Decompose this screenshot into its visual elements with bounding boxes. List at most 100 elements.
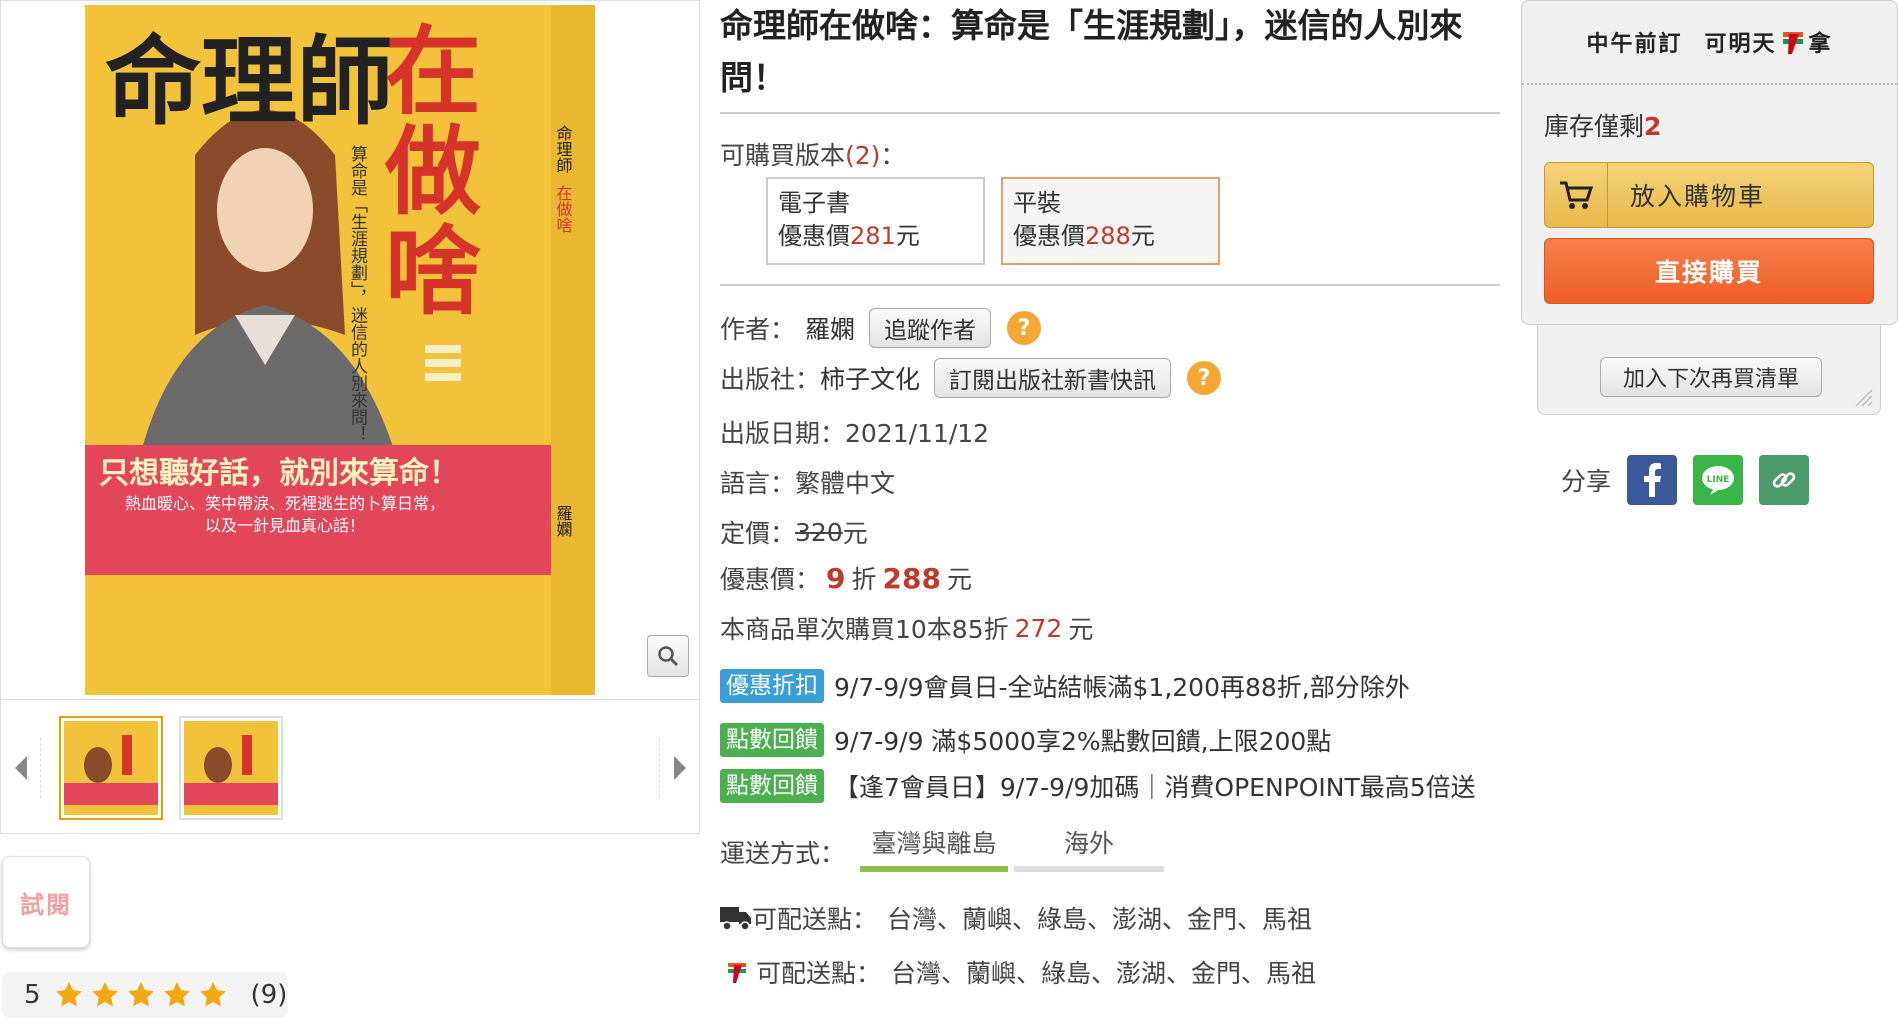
shipping-row-value: 台灣、蘭嶼、綠島、澎湖、金門、馬祖 (887, 905, 1313, 934)
thumbnail-gallery (0, 700, 700, 834)
delivery-text-tomorrow: 可明天 (1704, 32, 1777, 57)
line-icon[interactable]: LINE (1693, 455, 1744, 505)
price-value: 288 (1085, 222, 1131, 250)
seven-eleven-icon (1782, 32, 1803, 54)
add-to-cart-label: 放入購物車 (1630, 182, 1766, 211)
follow-author-button[interactable]: 追蹤作者 (869, 308, 992, 348)
discount-value: 9 (826, 561, 846, 595)
star-icon (199, 981, 226, 1007)
list-price-value: 320 (795, 517, 843, 547)
shipping-row-store: 可配送點： 台灣、蘭嶼、綠島、澎湖、金門、馬祖 (720, 954, 1316, 990)
shipping-row-label: 可配送點： (756, 959, 882, 988)
version-paperback-option[interactable]: 平裝 優惠價288元 (1001, 177, 1220, 265)
bulk-price-row: 本商品單次購買10本85折 272 元 (720, 610, 1093, 646)
share-label: 分享 (1561, 467, 1612, 496)
shipping-row-value: 台灣、蘭嶼、綠島、澎湖、金門、馬祖 (891, 959, 1317, 988)
promotion-text: 9/7-9/9 滿$5000享2%點數回饋,上限200點 (834, 727, 1332, 756)
star-icon (55, 981, 82, 1007)
delivery-promise: 中午前訂 可明天 拿 (1522, 1, 1897, 85)
cart-icon (1545, 180, 1607, 210)
sale-price-label: 優惠價： (720, 565, 821, 594)
truck-icon (720, 907, 751, 931)
cover-banner-main: 只想聽好話，就別來算命！ (99, 456, 459, 491)
thumbnail-1[interactable] (59, 716, 163, 820)
promotion-row[interactable]: 優惠折扣 9/7-9/9會員日-全站結帳滿$1,200再88折,部分除外 (720, 668, 1410, 704)
price-prefix: 優惠價 (1013, 222, 1085, 250)
promotion-row[interactable]: 點數回饋 9/7-9/9 滿$5000享2%點數回饋,上限200點 (720, 722, 1331, 758)
add-to-cart-button[interactable]: 放入購物車 (1544, 162, 1874, 228)
help-icon[interactable]: ? (1007, 311, 1042, 345)
gallery-prev-button[interactable] (1, 738, 41, 798)
version-price: 優惠價281元 (778, 220, 973, 253)
facebook-icon[interactable] (1627, 455, 1678, 505)
divider (720, 112, 1500, 114)
version-name: 電子書 (778, 189, 850, 217)
spine-title-black: 命理師 (554, 125, 573, 173)
shipping-row-label: 可配送點： (752, 905, 878, 934)
sale-price-unit: 元 (946, 565, 972, 594)
shipping-tab-taiwan[interactable]: 臺灣與離島 (860, 824, 1008, 872)
version-ebook-option[interactable]: 電子書 優惠價281元 (766, 177, 985, 265)
thumbnail-cover-image (184, 721, 278, 815)
promotion-text: 9/7-9/9會員日-全站結帳滿$1,200再88折,部分除外 (834, 673, 1410, 702)
list-price-row: 定價： 320 元 (720, 514, 868, 550)
versions-count: (2) (845, 141, 881, 170)
gallery-next-button[interactable] (659, 738, 699, 798)
chevron-right-icon (673, 756, 686, 780)
promotion-row[interactable]: 點數回饋 【逢7會員日】9/7-9/9加碼｜消費OPENPOINT最高5倍送 (720, 768, 1476, 804)
buy-now-button[interactable]: 直接購買 (1544, 238, 1874, 304)
promotion-text: 【逢7會員日】9/7-9/9加碼｜消費OPENPOINT最高5倍送 (834, 773, 1476, 802)
wishlist-panel: 加入下次再買清單 (1537, 325, 1881, 415)
discount-unit: 折 (851, 565, 877, 594)
publisher-row: 出版社： 柿子文化 訂閱出版社新書快訊 ? (720, 358, 1222, 398)
buy-box: 中午前訂 可明天 拿 庫存僅剩2 放入購物車 直接購買 (1521, 0, 1898, 325)
price-unit: 元 (1130, 222, 1155, 250)
sale-price-row: 優惠價： 9 折 288 元 (720, 560, 972, 596)
cover-banner-line1: 熱血暖心、笑中帶淚、死裡逃生的卜算日常， (125, 494, 445, 513)
link-icon[interactable] (1759, 455, 1810, 505)
author-label: 作者： (720, 315, 796, 344)
spine-author: 羅嫻 (554, 505, 573, 538)
thumbnail-cover-image (64, 721, 158, 815)
shipping-row-home: 可配送點： 台灣、蘭嶼、綠島、澎湖、金門、馬祖 (720, 900, 1312, 936)
delivery-text-pick: 拿 (1808, 32, 1833, 57)
versions-label: 可購買版本(2)： (720, 136, 905, 172)
version-options: 電子書 優惠價281元 平裝 優惠價288元 (766, 177, 1220, 265)
cover-banner-line2: 以及一針見血真心話！ (205, 516, 365, 535)
add-to-wishlist-button[interactable]: 加入下次再買清單 (1600, 357, 1822, 397)
rating-count: (9) (250, 980, 288, 1010)
language-row: 語言：繁體中文 (720, 469, 896, 498)
shipping-tab-overseas[interactable]: 海外 (1014, 824, 1164, 872)
publisher-link[interactable]: 柿子文化 (820, 360, 920, 396)
versions-label-text: 可購買版本 (720, 141, 846, 170)
help-icon[interactable]: ? (1187, 361, 1222, 395)
shipping-tab-label: 海外 (1063, 829, 1114, 858)
list-price-unit: 元 (842, 519, 868, 548)
publisher-label: 出版社： (720, 365, 821, 394)
tab-underline (1014, 866, 1164, 872)
author-row: 作者： 羅嫻 追蹤作者 ? (720, 308, 1042, 348)
trial-read-button[interactable]: 試閱 (2, 856, 90, 948)
stock-label: 庫存僅剩 (1544, 112, 1645, 141)
product-title: 命理師在做啥：算命是「生涯規劃」，迷信的人別來問！ (720, 6, 1463, 97)
pubdate-row: 出版日期：2021/11/12 (720, 419, 990, 448)
bulk-price-value: 272 (1014, 613, 1063, 643)
cover-subtitle: 算命是「生涯規劃」，迷信的人別來問！ (347, 145, 368, 443)
stock-info: 庫存僅剩2 (1544, 107, 1661, 143)
promotion-tag: 優惠折扣 (720, 669, 824, 703)
bulk-price-unit: 元 (1068, 615, 1094, 644)
subscribe-publisher-button[interactable]: 訂閱出版社新書快訊 (934, 358, 1172, 398)
book-cover-image[interactable]: 命理師 在做啥 算命是「生涯規劃」，迷信的人別來問！ 只想聽好話，就別來算命！ … (85, 5, 595, 695)
thumbnail-2[interactable] (179, 716, 283, 820)
zoom-button[interactable] (647, 635, 689, 677)
rating-stars (53, 980, 229, 1010)
divider (720, 284, 1500, 286)
tab-underline (860, 866, 1008, 872)
list-price-label: 定價： (720, 519, 796, 548)
book-cover-panel: 命理師 在做啥 算命是「生涯規劃」，迷信的人別來問！ 只想聽好話，就別來算命！ … (0, 0, 700, 700)
rating-summary[interactable]: 5 (9) (2, 972, 288, 1018)
author-link[interactable]: 羅嫻 (805, 310, 855, 346)
cover-title-black: 命理師 (105, 26, 393, 138)
spine-title-red: 在做啥 (554, 185, 573, 233)
delivery-text-order: 中午前訂 (1586, 32, 1683, 57)
